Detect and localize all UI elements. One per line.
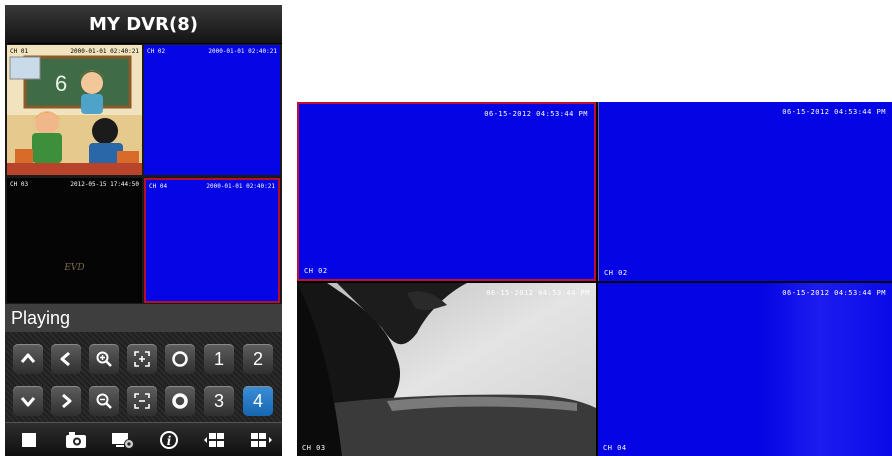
next-group-icon[interactable]	[247, 427, 275, 453]
zoom-out-icon[interactable]	[89, 386, 119, 416]
camera-channel-label: CH 02	[604, 269, 628, 277]
preview-timestamp: 2000-01-01 02:40:21	[208, 48, 277, 55]
snapshot-icon[interactable]	[62, 427, 90, 453]
cartoon-classroom-image: 6	[7, 45, 142, 175]
info-icon[interactable]: i	[155, 427, 183, 453]
preview-cell-4-selected[interactable]: CH 04 2000-01-01 02:40:21	[144, 178, 280, 303]
left-arrow-icon[interactable]	[51, 344, 81, 374]
camera-channel-label: CH 03	[302, 444, 326, 452]
preview-channel-label: CH 02	[147, 48, 166, 55]
outdoor-camera-image	[297, 283, 596, 456]
camera-timestamp: 06-15-2012 04:53:44 PM	[486, 289, 590, 297]
preview-cell-2[interactable]: CH 02 2000-01-01 02:40:21	[144, 45, 280, 175]
ptz-control-panel: 1 2 3 4	[5, 332, 282, 422]
preview-timestamp: 2000-01-01 02:40:21	[206, 183, 275, 190]
channel-button-2[interactable]: 2	[243, 344, 273, 374]
focus-far-icon[interactable]	[127, 386, 157, 416]
bottom-toolbar: i	[5, 422, 282, 456]
preview-channel-label: CH 03	[10, 181, 29, 188]
previous-group-icon[interactable]	[201, 427, 229, 453]
iris-open-icon[interactable]	[165, 344, 195, 374]
zoom-in-icon[interactable]	[89, 344, 119, 374]
camera-view-1-selected[interactable]: 06-15-2012 04:53:44 PM CH 02	[297, 102, 596, 281]
camera-channel-label: CH 02	[304, 267, 328, 275]
channel-button-3[interactable]: 3	[204, 386, 234, 416]
svg-text:i: i	[167, 434, 172, 448]
camera-view-3[interactable]: 06-15-2012 04:53:44 PM CH 03	[297, 283, 596, 456]
preview-timestamp: 2012-05-15 17:44:50	[70, 181, 139, 188]
app-title: MY DVR(8)	[5, 5, 282, 44]
video-watermark: EVD	[64, 263, 85, 273]
camera-timestamp: 06-15-2012 04:53:44 PM	[484, 110, 588, 118]
right-arrow-icon[interactable]	[51, 386, 81, 416]
iris-close-icon[interactable]	[165, 386, 195, 416]
camera-channel-label: CH 04	[603, 444, 627, 452]
channel-button-4-active[interactable]: 4	[243, 386, 273, 416]
dvr-quad-view-screen: 06-15-2012 04:53:44 PM CH 02 06-15-2012 …	[297, 102, 892, 456]
preview-channel-label: CH 04	[149, 183, 168, 190]
preview-timestamp: 2000-01-01 02:40:21	[70, 48, 139, 55]
camera-timestamp: 06-15-2012 04:53:44 PM	[782, 289, 886, 297]
up-arrow-icon[interactable]	[13, 344, 43, 374]
channel-button-1[interactable]: 1	[204, 344, 234, 374]
preview-cell-1[interactable]: 6 CH 01 2000-01-01 02:40:21	[7, 45, 142, 175]
mobile-dvr-app: MY DVR(8) 6 CH 01 2000-01-01 02:40:21 CH…	[5, 5, 282, 456]
camera-view-4[interactable]: 06-15-2012 04:53:44 PM CH 04	[598, 283, 892, 456]
camera-view-2[interactable]: 06-15-2012 04:53:44 PM CH 02	[598, 102, 892, 281]
preview-cell-3[interactable]: CH 03 2012-05-15 17:44:50 EVD	[7, 178, 142, 303]
device-settings-icon[interactable]	[109, 427, 137, 453]
focus-near-icon[interactable]	[127, 344, 157, 374]
stop-icon[interactable]	[15, 427, 43, 453]
svg-text:6: 6	[55, 71, 67, 96]
preview-channel-label: CH 01	[10, 48, 29, 55]
playback-status: Playing	[5, 304, 282, 332]
camera-timestamp: 06-15-2012 04:53:44 PM	[782, 108, 886, 116]
down-arrow-icon[interactable]	[13, 386, 43, 416]
